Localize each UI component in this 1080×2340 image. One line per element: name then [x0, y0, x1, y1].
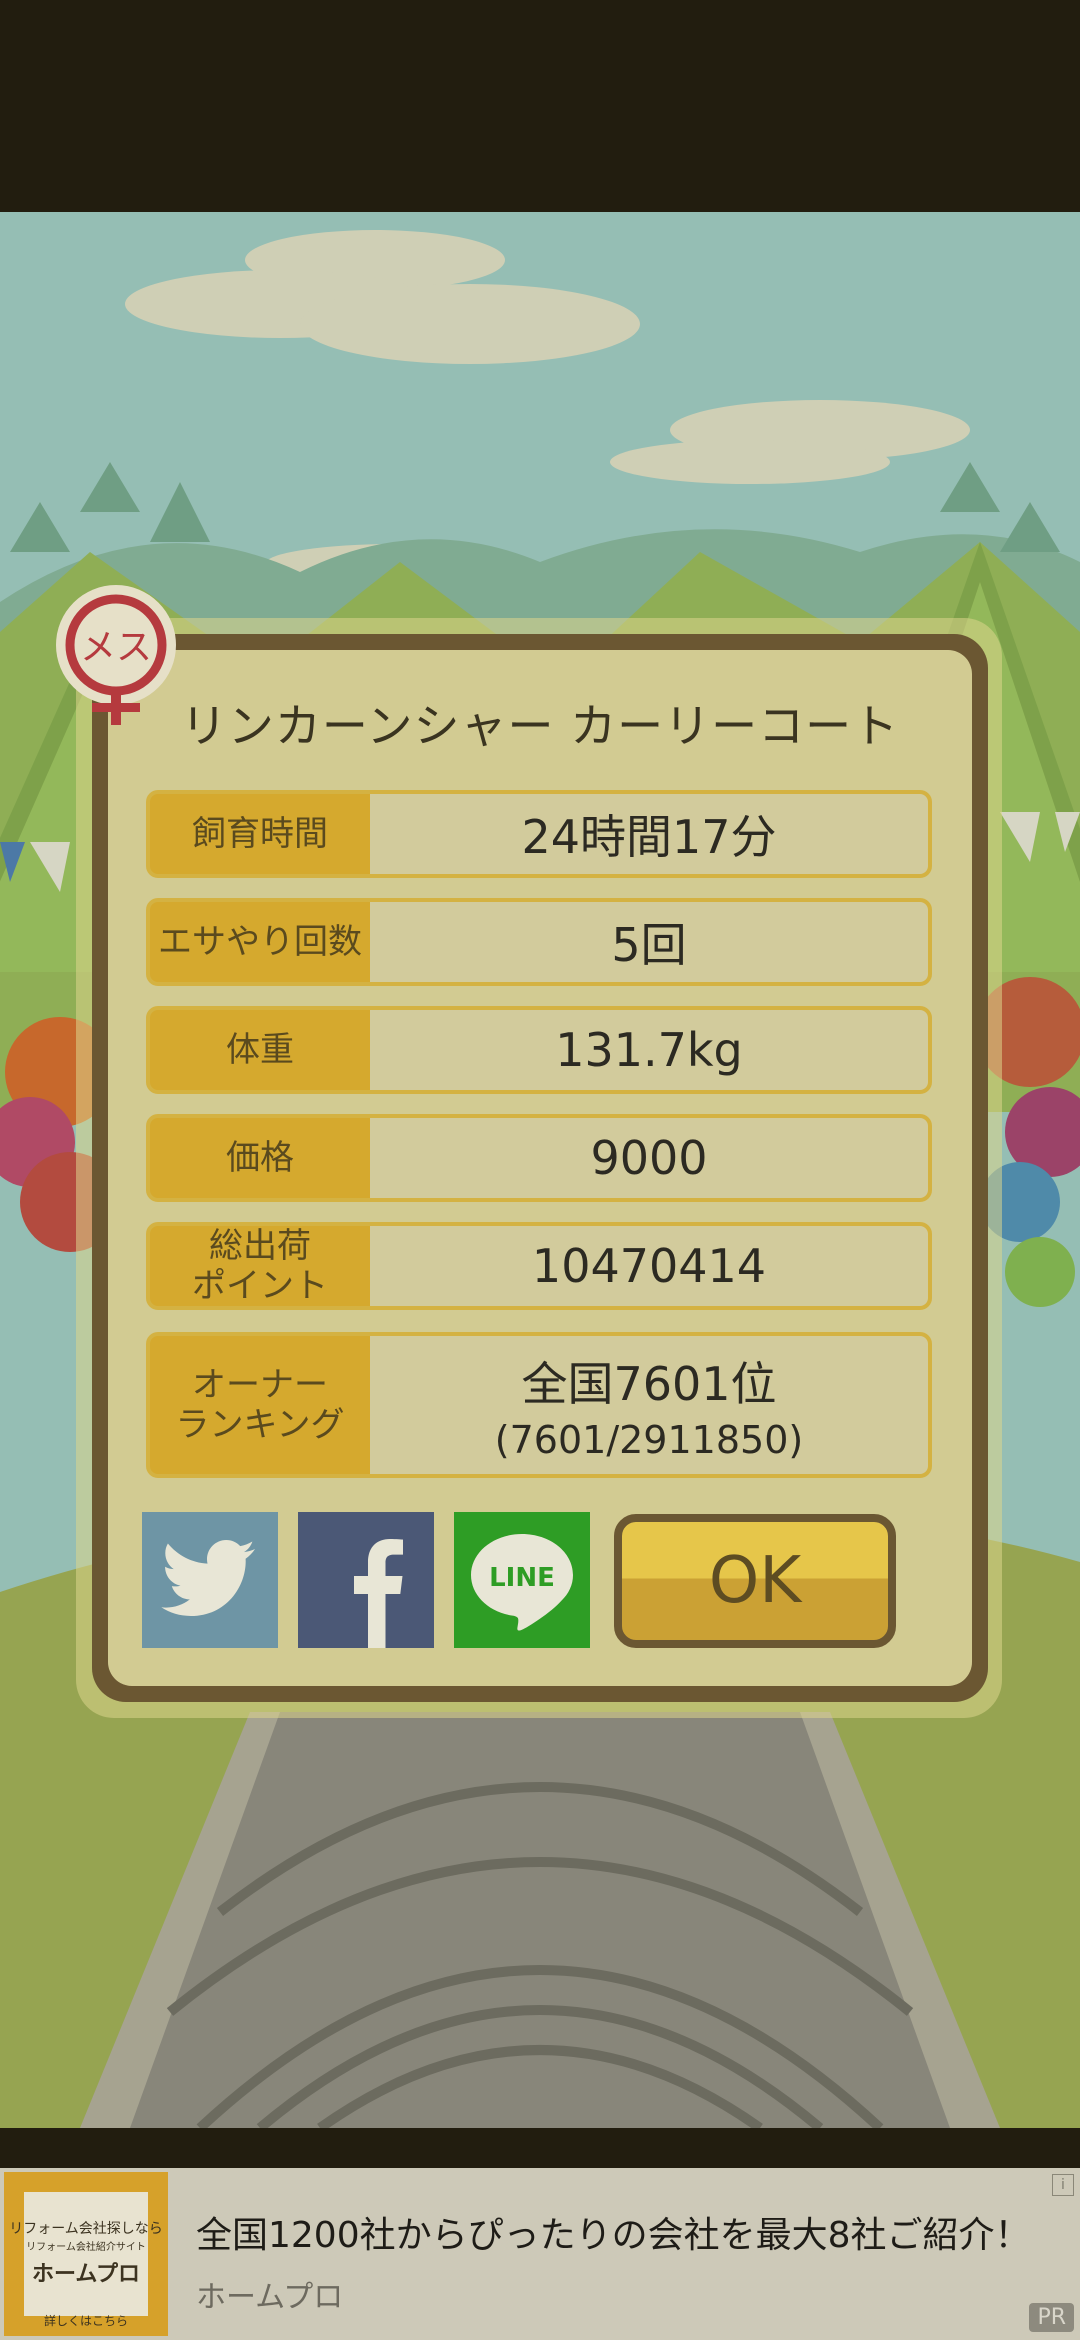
- stat-value: 9000: [590, 1131, 708, 1185]
- line-share-button[interactable]: LINE: [454, 1512, 590, 1648]
- stat-value: 全国7601位: [521, 1357, 777, 1411]
- stat-value: 5回: [611, 918, 687, 972]
- stat-label: エサやり回数: [158, 922, 362, 962]
- line-icon: LINE: [471, 1534, 573, 1631]
- stat-value: 131.7kg: [555, 1023, 743, 1077]
- twitter-share-button[interactable]: [142, 1512, 278, 1648]
- stat-label: 総出荷 ポイント: [192, 1226, 328, 1306]
- twitter-bird-icon: [161, 1540, 255, 1616]
- stat-value-box: 10470414: [370, 1226, 928, 1306]
- logo-brand: ホームプロ: [31, 2262, 141, 2287]
- stat-row-feeding-count: エサやり回数 5回: [146, 898, 932, 986]
- stat-label: 飼育時間: [192, 814, 328, 854]
- stat-value-box: 全国7601位 (7601/2911850): [370, 1336, 928, 1474]
- ad-headline[interactable]: 全国1200社からぴったりの会社を最大8社ご紹介！: [196, 2206, 1031, 2258]
- line-logo-text: LINE: [489, 1563, 555, 1593]
- gender-badge-text: メス: [80, 627, 152, 668]
- stat-label: 価格: [226, 1138, 294, 1178]
- stat-value: 10470414: [531, 1239, 767, 1293]
- stat-subvalue: (7601/2911850): [494, 1418, 804, 1462]
- stat-value: 24時間17分: [521, 810, 777, 864]
- ad-pr-badge: PR: [1029, 2303, 1074, 2332]
- advertiser-logo[interactable]: リフォーム会社探しなら リフォーム会社紹介サイト ホームプロ 詳しくはこちら: [4, 2172, 168, 2336]
- breed-title: リンカーンシャー カーリーコート: [180, 699, 900, 753]
- facebook-f-icon: [354, 1539, 403, 1648]
- ad-banner[interactable]: リフォーム会社探しなら リフォーム会社紹介サイト ホームプロ 詳しくはこちら 全…: [0, 2168, 1080, 2340]
- logo-cta: 詳しくはこちら: [43, 2314, 128, 2328]
- logo-small-text: リフォーム会社紹介サイト: [26, 2242, 146, 2253]
- stat-row-weight: 体重 131.7kg: [146, 1006, 932, 1094]
- stat-value-box: 131.7kg: [370, 1010, 928, 1090]
- house-icon: [24, 2192, 148, 2316]
- stat-row-shipping-points: 総出荷 ポイント 10470414: [146, 1222, 932, 1310]
- stat-label: オーナー ランキング: [175, 1365, 345, 1445]
- facebook-share-button[interactable]: [298, 1512, 434, 1648]
- stat-value-box: 5回: [370, 902, 928, 982]
- stat-row-owner-ranking: オーナー ランキング 全国7601位 (7601/2911850): [146, 1332, 932, 1478]
- ad-advertiser-name: ホームプロ: [196, 2280, 344, 2315]
- ok-button[interactable]: OK: [614, 1514, 896, 1648]
- stat-row-price: 価格 9000: [146, 1114, 932, 1202]
- stat-value-box: 9000: [370, 1118, 928, 1198]
- ad-info-icon[interactable]: i: [1052, 2174, 1074, 2196]
- logo-tagline: リフォーム会社探しなら: [9, 2221, 163, 2237]
- stat-row-rearing-time: 飼育時間 24時間17分: [146, 790, 932, 878]
- stat-value-box: 24時間17分: [370, 794, 928, 874]
- stat-label: 体重: [226, 1030, 294, 1070]
